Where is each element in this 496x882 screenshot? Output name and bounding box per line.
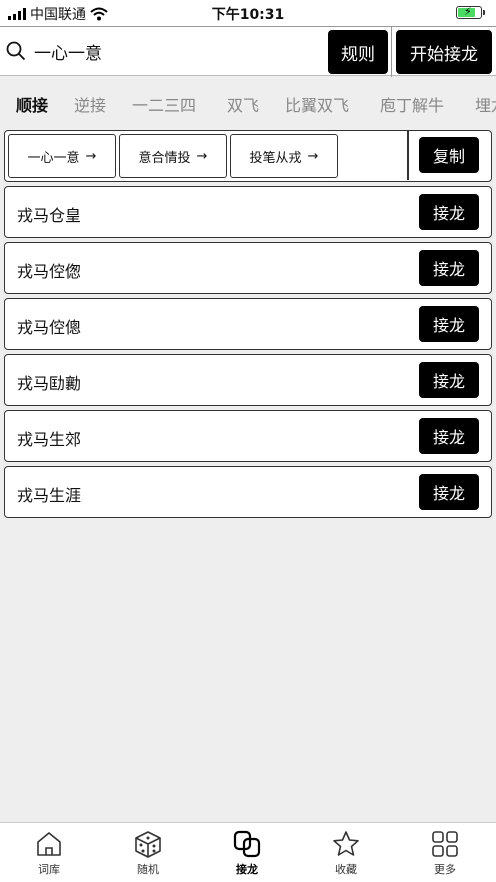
mode-tabs: 顺接 逆接 一二三四 双飞 比翼双飞 庖丁解牛 埋龙 (0, 78, 496, 128)
chain-icon (233, 830, 261, 858)
result-row: 戎马生涯 接龙 (4, 466, 492, 518)
jielong-button[interactable]: 接龙 (419, 474, 479, 510)
result-row: 戎马倥傯 接龙 (4, 298, 492, 350)
idiom-text: 戎马生郊 (17, 430, 82, 449)
result-row: 戎马劻勷 接龙 (4, 354, 492, 406)
grid-icon (432, 831, 458, 857)
tab-mailong[interactable]: 埋龙 (475, 92, 496, 116)
arrow-right-icon: → (85, 148, 97, 164)
result-row: 戎马倥偬 接龙 (4, 242, 492, 294)
bottom-nav: 词库 随机 接龙 收藏 更多 (0, 822, 496, 882)
idiom-text: 戎马倥偬 (17, 262, 82, 281)
copy-button[interactable]: 复制 (419, 137, 479, 173)
chain-panel: 一心一意 → 意合情投 → 投笔从戎 → 复制 (4, 130, 492, 182)
nav-label: 接龙 (236, 863, 258, 876)
chain-item[interactable]: 一心一意 → (8, 134, 116, 178)
nav-shoucang[interactable]: 收藏 (316, 829, 376, 877)
search-header: 规则 开始接龙 (0, 26, 496, 77)
home-icon (37, 832, 61, 856)
idiom-text: 戎马劻勷 (17, 374, 82, 393)
arrow-right-icon: → (196, 148, 208, 164)
chain-item[interactable]: 意合情投 → (119, 134, 227, 178)
header-divider (391, 27, 392, 77)
search-input[interactable] (34, 37, 314, 65)
jielong-button[interactable]: 接龙 (419, 362, 479, 398)
tab-shuangfei[interactable]: 双飞 (227, 92, 259, 116)
nav-gengduo[interactable]: 更多 (415, 829, 475, 877)
tab-nijie[interactable]: 逆接 (74, 92, 106, 116)
tab-paodingjieniu[interactable]: 庖丁解牛 (380, 92, 444, 116)
search-icon (6, 41, 26, 61)
rules-button[interactable]: 规则 (328, 30, 388, 74)
arrow-right-icon: → (307, 148, 319, 164)
battery-icon: ⚡ (456, 5, 485, 19)
result-row: 戎马生郊 接龙 (4, 410, 492, 462)
nav-label: 随机 (137, 863, 159, 876)
tab-biyishuangfei[interactable]: 比翼双飞 (285, 92, 349, 116)
jielong-button[interactable]: 接龙 (419, 306, 479, 342)
chain-item-label: 投笔从戎 (249, 150, 302, 166)
status-time: 下午10:31 (211, 7, 285, 23)
nav-label: 收藏 (335, 863, 357, 876)
chain-item-label: 一心一意 (27, 150, 80, 166)
tab-shunjie[interactable]: 顺接 (16, 92, 48, 116)
chain-item-label: 意合情投 (138, 150, 191, 166)
chain-divider (407, 131, 409, 180)
nav-label: 更多 (434, 863, 456, 876)
chain-item[interactable]: 投笔从戎 → (230, 134, 338, 178)
status-bar: 中国联通 下午10:31 ⚡ (0, 0, 496, 26)
nav-suiji[interactable]: 随机 (118, 829, 178, 877)
star-icon (333, 831, 359, 856)
nav-jielong[interactable]: 接龙 (217, 829, 277, 877)
idiom-text: 戎马生涯 (17, 486, 82, 505)
tab-yiersansi[interactable]: 一二三四 (132, 92, 196, 116)
nav-label: 词库 (38, 863, 60, 876)
jielong-button[interactable]: 接龙 (419, 250, 479, 286)
dice-icon (135, 831, 161, 858)
result-row: 戎马仓皇 接龙 (4, 186, 492, 238)
idiom-text: 戎马倥傯 (17, 318, 82, 337)
start-chain-button[interactable]: 开始接龙 (396, 30, 492, 74)
idiom-text: 戎马仓皇 (17, 206, 82, 225)
nav-ciku[interactable]: 词库 (19, 829, 79, 877)
jielong-button[interactable]: 接龙 (419, 418, 479, 454)
jielong-button[interactable]: 接龙 (419, 194, 479, 230)
